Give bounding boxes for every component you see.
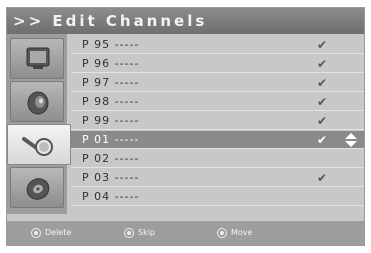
channel-row[interactable]: P 04 ----- [71, 188, 364, 206]
skip-hint[interactable]: Skip [124, 225, 155, 241]
footer-hints: Delete Skip Move [7, 221, 364, 245]
setup-disc-icon [26, 178, 50, 200]
page-title: >> Edit Channels [7, 8, 364, 34]
channel-label: P 95 ----- [82, 38, 140, 51]
channel-row[interactable]: P 99 ----- ✔ [71, 112, 364, 130]
sidebar-item-setup[interactable] [10, 167, 64, 208]
skip-label: Skip [138, 228, 156, 237]
channel-label: P 03 ----- [82, 171, 140, 184]
yellow-button-icon [217, 227, 227, 238]
channel-row[interactable]: P 98 ----- ✔ [71, 93, 364, 111]
channel-label: P 97 ----- [82, 76, 140, 89]
green-button-icon [124, 227, 134, 238]
up-down-arrows-icon[interactable] [345, 133, 357, 147]
sidebar [7, 34, 71, 214]
channel-label: P 01 ----- [82, 133, 140, 146]
edit-channels-window: >> Edit Channels P 95 ----- ✔ P 96 -----… [6, 7, 365, 246]
channel-row[interactable]: P 96 ----- ✔ [71, 55, 364, 73]
check-icon: ✔ [317, 171, 328, 185]
channel-row[interactable]: P 03 ----- ✔ [71, 169, 364, 187]
check-icon: ✔ [317, 95, 328, 109]
magnifier-icon [22, 137, 53, 156]
channel-label: P 98 ----- [82, 95, 140, 108]
check-icon: ✔ [317, 133, 328, 147]
move-label: Move [231, 228, 253, 237]
check-icon: ✔ [317, 114, 328, 128]
channel-row[interactable]: P 02 ----- [71, 150, 364, 168]
red-button-icon [31, 227, 41, 238]
sidebar-item-channel[interactable] [7, 124, 71, 165]
channel-list: P 95 ----- ✔ P 96 ----- ✔ P 97 ----- ✔ P… [71, 36, 364, 212]
channel-label: P 99 ----- [82, 114, 140, 127]
channel-label: P 04 ----- [82, 190, 140, 203]
speaker-icon [27, 91, 49, 115]
delete-hint[interactable]: Delete [31, 225, 71, 241]
channel-row[interactable]: P 97 ----- ✔ [71, 74, 364, 92]
move-hint[interactable]: Move [217, 225, 252, 241]
channel-row-selected[interactable]: P 01 ----- ✔ [71, 131, 364, 149]
delete-label: Delete [45, 228, 72, 237]
channel-label: P 02 ----- [82, 152, 140, 165]
channel-label: P 96 ----- [82, 57, 140, 70]
check-icon: ✔ [317, 57, 328, 71]
check-icon: ✔ [317, 38, 328, 52]
sidebar-item-picture[interactable] [10, 38, 64, 79]
content-area: P 95 ----- ✔ P 96 ----- ✔ P 97 ----- ✔ P… [7, 34, 364, 214]
check-icon: ✔ [317, 76, 328, 90]
tv-icon [26, 47, 50, 69]
sidebar-item-sound[interactable] [10, 81, 64, 122]
channel-row[interactable]: P 95 ----- ✔ [71, 36, 364, 54]
